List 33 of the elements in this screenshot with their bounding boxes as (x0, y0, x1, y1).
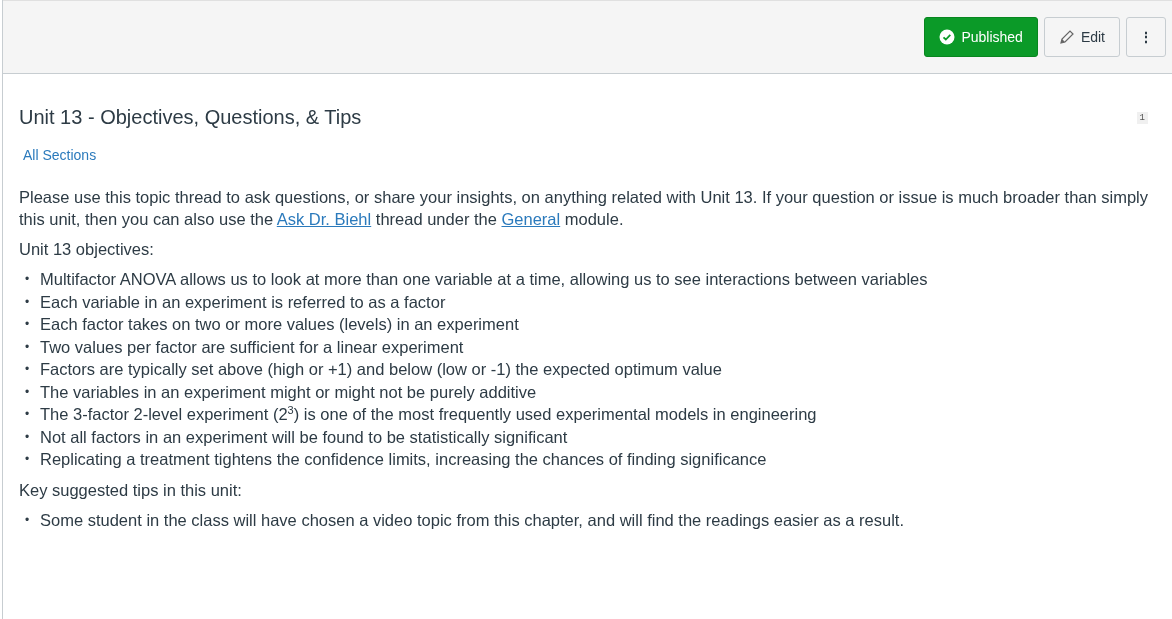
sections-link[interactable]: All Sections (23, 147, 97, 163)
check-circle-icon (939, 29, 956, 45)
bullet-marker: • (25, 451, 31, 468)
text-link[interactable]: Ask Dr. Biehl (276, 210, 372, 228)
bullet-marker: • (25, 338, 31, 356)
bullet-marker: • (25, 511, 31, 529)
bullet-item: Two values per factor are sufficient for a linear experiment (40, 336, 464, 358)
section-heading: Key suggested tips in this unit: (19, 479, 243, 501)
bullet-marker: • (25, 406, 31, 423)
bullet-marker: • (25, 428, 31, 446)
bullet-marker: • (25, 293, 31, 311)
text-link[interactable]: General (501, 210, 561, 228)
bullet-item: Factors are typically set above (high or +1) and below (low or -1) the expected optimum value (40, 359, 722, 380)
bullet-marker: • (25, 383, 31, 401)
bullet-item: Multifactor ANOVA allows us to look at more than one variable at a time, allowing us to see interactions between variables (40, 269, 928, 290)
topic-title: Unit 13 - Objectives, Questions, & Tips (19, 106, 362, 129)
bullet-item: Some student in the class will have chosen a video topic from this chapter, and will find the readings easier as a result. (40, 509, 904, 531)
reply-count: 1 (1136, 111, 1148, 124)
bullet-marker: • (25, 271, 31, 288)
bullet-marker: • (25, 361, 31, 378)
published-button[interactable]: Published (924, 17, 1038, 57)
section-heading: Unit 13 objectives: (19, 239, 155, 260)
bullet-item: Each variable in an experiment is referred to as a factor (40, 291, 446, 313)
bullet-item: The 3-factor 2-level experiment (2$^{3}$) is one of the most frequently used experimental models in engineering (40, 403, 817, 425)
pencil-icon (1058, 29, 1075, 45)
intro-paragraph: Please use this topic thread to ask questions, or share your insights, on anything related with Unit 13. If your question or issue is much broader than simply this unit, then you can also use the Ask Dr. Biehl thread under the General module. (19, 187, 1150, 230)
bullet-marker: • (25, 316, 31, 333)
edit-button[interactable]: Edit (1043, 17, 1120, 57)
bullet-item: Not all factors in an experiment will be found to be statistically significant (40, 426, 568, 448)
bullet-item: Replicating a treatment tightens the confidence limits, increasing the chances of finding significance (40, 449, 767, 470)
more-options-button[interactable]: ⋮ (1126, 17, 1166, 57)
bullet-item: The variables in an experiment might or might not be purely additive (40, 381, 537, 403)
bullet-item: Each factor takes on two or more values (levels) in an experiment (40, 314, 519, 335)
